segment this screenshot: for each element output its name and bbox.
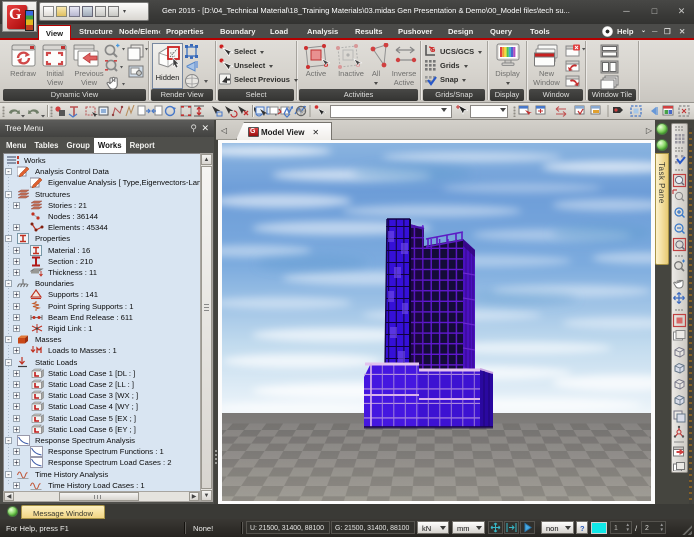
svg-text:G: G xyxy=(430,47,436,54)
